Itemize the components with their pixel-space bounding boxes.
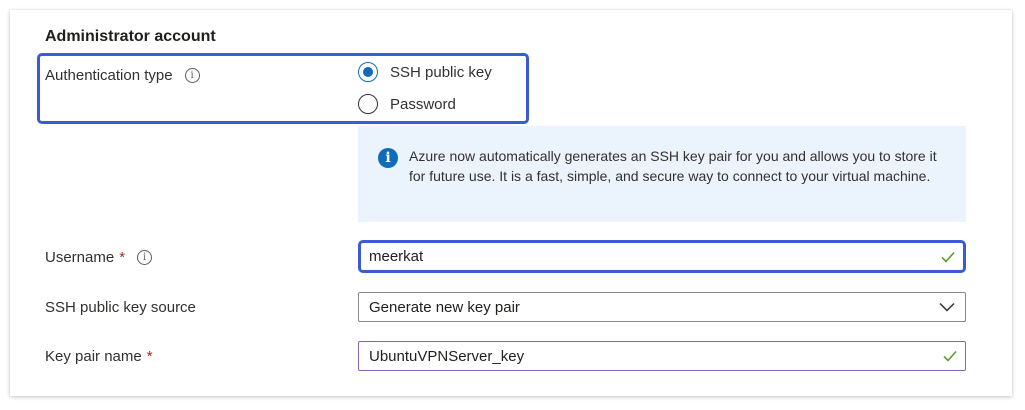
radio-password[interactable]: Password (358, 94, 456, 114)
ssh-key-source-label-text: SSH public key source (45, 299, 196, 316)
radio-unselected-icon[interactable] (358, 94, 378, 114)
username-label: Username * i (45, 249, 153, 266)
auth-type-label: Authentication type i (45, 67, 200, 84)
username-input[interactable]: meerkat (358, 240, 966, 273)
radio-selected-icon[interactable] (358, 62, 378, 82)
username-label-text: Username (45, 249, 115, 266)
key-pair-name-label: Key pair name * (45, 348, 153, 365)
section-title: Administrator account (45, 28, 216, 45)
radio-password-label[interactable]: Password (390, 96, 456, 113)
radio-ssh-label[interactable]: SSH public key (390, 64, 492, 81)
info-icon: i (378, 148, 398, 168)
required-asterisk: * (119, 249, 126, 266)
ssh-key-source-label: SSH public key source (45, 299, 196, 316)
checkmark-icon (941, 251, 955, 263)
chevron-down-icon[interactable] (939, 302, 955, 312)
key-pair-name-input[interactable]: UbuntuVPNServer_key (358, 341, 966, 371)
radio-ssh-public-key[interactable]: SSH public key (358, 62, 492, 82)
username-value[interactable]: meerkat (369, 248, 423, 265)
info-message-bar: i Azure now automatically generates an S… (358, 126, 966, 222)
info-message-text: Azure now automatically generates an SSH… (409, 148, 937, 184)
key-pair-name-value[interactable]: UbuntuVPNServer_key (369, 348, 524, 365)
info-icon[interactable]: i (184, 68, 200, 83)
ssh-key-source-value[interactable]: Generate new key pair (369, 299, 520, 316)
auth-type-label-text: Authentication type (45, 67, 173, 84)
info-icon[interactable]: i (137, 250, 153, 265)
key-pair-name-label-text: Key pair name (45, 348, 142, 365)
ssh-key-source-dropdown[interactable]: Generate new key pair (358, 292, 966, 322)
checkmark-icon (943, 350, 957, 362)
required-asterisk: * (146, 348, 153, 365)
